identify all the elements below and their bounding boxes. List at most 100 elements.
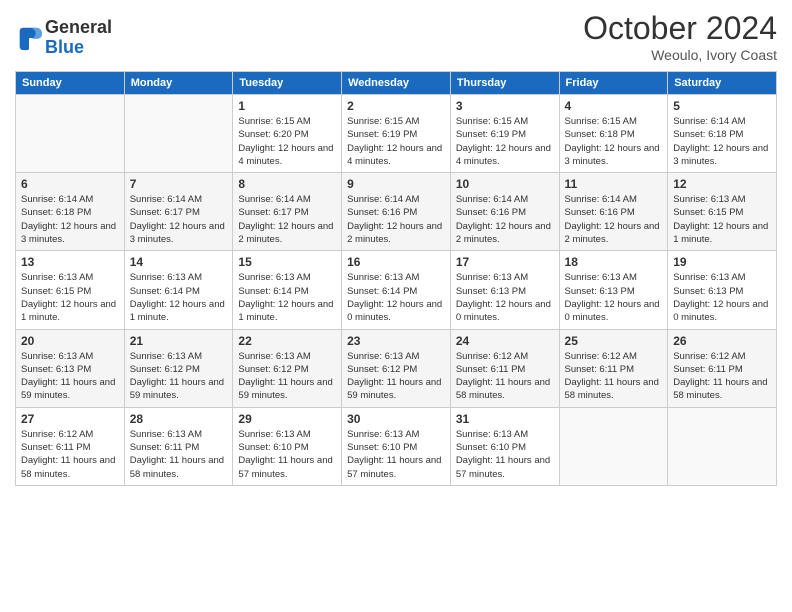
day-info: Sunrise: 6:15 AM Sunset: 6:18 PM Dayligh… bbox=[565, 115, 663, 168]
day-number: 16 bbox=[347, 255, 445, 269]
day-info: Sunrise: 6:13 AM Sunset: 6:13 PM Dayligh… bbox=[673, 271, 771, 324]
day-info: Sunrise: 6:13 AM Sunset: 6:15 PM Dayligh… bbox=[673, 193, 771, 246]
day-info: Sunrise: 6:15 AM Sunset: 6:19 PM Dayligh… bbox=[456, 115, 554, 168]
day-number: 24 bbox=[456, 334, 554, 348]
calendar-cell bbox=[124, 95, 233, 173]
day-number: 6 bbox=[21, 177, 119, 191]
day-number: 11 bbox=[565, 177, 663, 191]
weekday-header: Thursday bbox=[450, 72, 559, 95]
calendar-cell: 23 Sunrise: 6:13 AM Sunset: 6:12 PM Dayli… bbox=[342, 329, 451, 407]
title-block: October 2024 Weoulo, Ivory Coast bbox=[583, 10, 777, 63]
day-info: Sunrise: 6:13 AM Sunset: 6:10 PM Dayligh… bbox=[456, 428, 554, 481]
day-info: Sunrise: 6:13 AM Sunset: 6:11 PM Dayligh… bbox=[130, 428, 228, 481]
day-number: 3 bbox=[456, 99, 554, 113]
calendar-cell: 2 Sunrise: 6:15 AM Sunset: 6:19 PM Daylig… bbox=[342, 95, 451, 173]
calendar-cell: 9 Sunrise: 6:14 AM Sunset: 6:16 PM Daylig… bbox=[342, 173, 451, 251]
logo-icon bbox=[15, 24, 43, 52]
calendar-cell: 16 Sunrise: 6:13 AM Sunset: 6:14 PM Dayli… bbox=[342, 251, 451, 329]
day-number: 1 bbox=[238, 99, 336, 113]
day-info: Sunrise: 6:15 AM Sunset: 6:19 PM Dayligh… bbox=[347, 115, 445, 168]
calendar-cell: 12Sunrise: 6:13 AM Sunset: 6:15 PM Dayli… bbox=[668, 173, 777, 251]
weekday-header: Wednesday bbox=[342, 72, 451, 95]
day-info: Sunrise: 6:13 AM Sunset: 6:14 PM Dayligh… bbox=[238, 271, 336, 324]
day-number: 25 bbox=[565, 334, 663, 348]
calendar-week-row: 1 Sunrise: 6:15 AM Sunset: 6:20 PM Daylig… bbox=[16, 95, 777, 173]
day-info: Sunrise: 6:12 AM Sunset: 6:11 PM Dayligh… bbox=[673, 350, 771, 403]
weekday-header-row: SundayMondayTuesdayWednesdayThursdayFrid… bbox=[16, 72, 777, 95]
day-info: Sunrise: 6:14 AM Sunset: 6:17 PM Dayligh… bbox=[130, 193, 228, 246]
day-number: 8 bbox=[238, 177, 336, 191]
day-number: 7 bbox=[130, 177, 228, 191]
calendar-cell bbox=[559, 407, 668, 485]
day-number: 20 bbox=[21, 334, 119, 348]
day-info: Sunrise: 6:12 AM Sunset: 6:11 PM Dayligh… bbox=[21, 428, 119, 481]
day-info: Sunrise: 6:13 AM Sunset: 6:10 PM Dayligh… bbox=[238, 428, 336, 481]
day-number: 18 bbox=[565, 255, 663, 269]
day-info: Sunrise: 6:13 AM Sunset: 6:14 PM Dayligh… bbox=[347, 271, 445, 324]
day-number: 15 bbox=[238, 255, 336, 269]
calendar-cell: 3 Sunrise: 6:15 AM Sunset: 6:19 PM Daylig… bbox=[450, 95, 559, 173]
calendar-week-row: 6 Sunrise: 6:14 AM Sunset: 6:18 PM Daylig… bbox=[16, 173, 777, 251]
calendar-cell: 4 Sunrise: 6:15 AM Sunset: 6:18 PM Daylig… bbox=[559, 95, 668, 173]
day-number: 2 bbox=[347, 99, 445, 113]
calendar-cell: 10 Sunrise: 6:14 AM Sunset: 6:16 PM Dayli… bbox=[450, 173, 559, 251]
month-title: October 2024 bbox=[583, 10, 777, 47]
day-number: 13 bbox=[21, 255, 119, 269]
day-info: Sunrise: 6:13 AM Sunset: 6:13 PM Dayligh… bbox=[21, 350, 119, 403]
day-info: Sunrise: 6:14 AM Sunset: 6:17 PM Dayligh… bbox=[238, 193, 336, 246]
day-info: Sunrise: 6:14 AM Sunset: 6:16 PM Dayligh… bbox=[565, 193, 663, 246]
calendar-cell: 13 Sunrise: 6:13 AM Sunset: 6:15 PM Dayli… bbox=[16, 251, 125, 329]
day-info: Sunrise: 6:12 AM Sunset: 6:11 PM Dayligh… bbox=[456, 350, 554, 403]
day-info: Sunrise: 6:15 AM Sunset: 6:20 PM Dayligh… bbox=[238, 115, 336, 168]
logo: General Blue bbox=[15, 18, 112, 58]
day-info: Sunrise: 6:13 AM Sunset: 6:15 PM Dayligh… bbox=[21, 271, 119, 324]
page-header: General Blue October 2024 Weoulo, Ivory … bbox=[15, 10, 777, 63]
calendar-cell bbox=[16, 95, 125, 173]
day-number: 26 bbox=[673, 334, 771, 348]
day-info: Sunrise: 6:14 AM Sunset: 6:16 PM Dayligh… bbox=[456, 193, 554, 246]
calendar-cell: 15 Sunrise: 6:13 AM Sunset: 6:14 PM Dayli… bbox=[233, 251, 342, 329]
day-number: 5 bbox=[673, 99, 771, 113]
weekday-header: Friday bbox=[559, 72, 668, 95]
calendar-cell: 22 Sunrise: 6:13 AM Sunset: 6:12 PM Dayli… bbox=[233, 329, 342, 407]
day-info: Sunrise: 6:14 AM Sunset: 6:16 PM Dayligh… bbox=[347, 193, 445, 246]
calendar-cell: 17Sunrise: 6:13 AM Sunset: 6:13 PM Dayli… bbox=[450, 251, 559, 329]
weekday-header: Tuesday bbox=[233, 72, 342, 95]
calendar-cell: 5 Sunrise: 6:14 AM Sunset: 6:18 PM Daylig… bbox=[668, 95, 777, 173]
day-number: 27 bbox=[21, 412, 119, 426]
day-number: 23 bbox=[347, 334, 445, 348]
day-info: Sunrise: 6:13 AM Sunset: 6:12 PM Dayligh… bbox=[238, 350, 336, 403]
logo-line2: Blue bbox=[45, 38, 112, 58]
location-title: Weoulo, Ivory Coast bbox=[583, 47, 777, 63]
calendar-cell: 8 Sunrise: 6:14 AM Sunset: 6:17 PM Daylig… bbox=[233, 173, 342, 251]
calendar-cell: 19 Sunrise: 6:13 AM Sunset: 6:13 PM Dayli… bbox=[668, 251, 777, 329]
calendar-cell bbox=[668, 407, 777, 485]
day-number: 9 bbox=[347, 177, 445, 191]
calendar-cell: 26 Sunrise: 6:12 AM Sunset: 6:11 PM Dayli… bbox=[668, 329, 777, 407]
calendar-cell: 11 Sunrise: 6:14 AM Sunset: 6:16 PM Dayli… bbox=[559, 173, 668, 251]
day-info: Sunrise: 6:12 AM Sunset: 6:11 PM Dayligh… bbox=[565, 350, 663, 403]
day-number: 4 bbox=[565, 99, 663, 113]
calendar-cell: 24 Sunrise: 6:12 AM Sunset: 6:11 PM Dayli… bbox=[450, 329, 559, 407]
calendar-cell: 30Sunrise: 6:13 AM Sunset: 6:10 PM Dayli… bbox=[342, 407, 451, 485]
day-info: Sunrise: 6:13 AM Sunset: 6:12 PM Dayligh… bbox=[347, 350, 445, 403]
calendar-cell: 27 Sunrise: 6:12 AM Sunset: 6:11 PM Dayli… bbox=[16, 407, 125, 485]
weekday-header: Monday bbox=[124, 72, 233, 95]
day-info: Sunrise: 6:14 AM Sunset: 6:18 PM Dayligh… bbox=[673, 115, 771, 168]
day-number: 22 bbox=[238, 334, 336, 348]
calendar-cell: 25 Sunrise: 6:12 AM Sunset: 6:11 PM Dayli… bbox=[559, 329, 668, 407]
calendar-cell: 21Sunrise: 6:13 AM Sunset: 6:12 PM Dayli… bbox=[124, 329, 233, 407]
day-number: 19 bbox=[673, 255, 771, 269]
calendar-cell: 1 Sunrise: 6:15 AM Sunset: 6:20 PM Daylig… bbox=[233, 95, 342, 173]
calendar-week-row: 27 Sunrise: 6:12 AM Sunset: 6:11 PM Dayli… bbox=[16, 407, 777, 485]
weekday-header: Saturday bbox=[668, 72, 777, 95]
weekday-header: Sunday bbox=[16, 72, 125, 95]
day-number: 10 bbox=[456, 177, 554, 191]
calendar-cell: 18Sunrise: 6:13 AM Sunset: 6:13 PM Dayli… bbox=[559, 251, 668, 329]
calendar-cell: 20 Sunrise: 6:13 AM Sunset: 6:13 PM Dayli… bbox=[16, 329, 125, 407]
day-info: Sunrise: 6:13 AM Sunset: 6:14 PM Dayligh… bbox=[130, 271, 228, 324]
logo-line1: General bbox=[45, 18, 112, 38]
day-info: Sunrise: 6:14 AM Sunset: 6:18 PM Dayligh… bbox=[21, 193, 119, 246]
calendar-week-row: 13 Sunrise: 6:13 AM Sunset: 6:15 PM Dayli… bbox=[16, 251, 777, 329]
day-number: 21 bbox=[130, 334, 228, 348]
